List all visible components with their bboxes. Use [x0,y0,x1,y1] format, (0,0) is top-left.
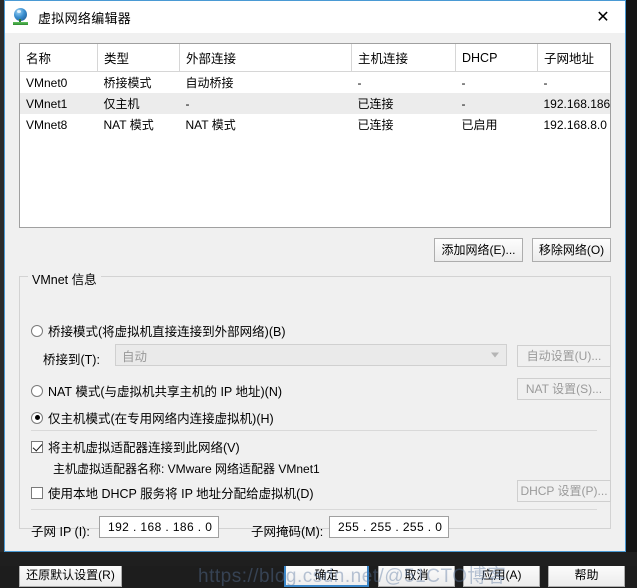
column-header-subnet[interactable]: 子网地址 [537,44,610,72]
subnet-ip-input[interactable]: 192 . 168 . 186 . 0 [99,516,219,538]
bridged-to-select[interactable]: 自动 [115,344,507,366]
cell-subnet: - [543,75,548,90]
cell-subnet: 192.168.8.0 [543,117,607,132]
cell-dhcp: 已启用 [461,118,498,132]
subnet-ip-label: 子网 IP (I): [31,525,90,539]
checkbox-connect-host-adapter-label: 将主机虚拟适配器连接到此网络(V) [48,441,240,455]
add-network-button[interactable]: 添加网络(E)... [434,238,523,262]
chevron-down-icon [491,352,499,358]
auto-settings-button[interactable]: 自动设置(U)... [517,345,611,367]
cell-name: VMnet1 [20,93,98,114]
title-bar: 虚拟网络编辑器 ✕ [5,1,625,33]
cell-external: 自动桥接 [185,76,234,90]
virtual-network-list[interactable]: 名称 类型 外部连接 主机连接 DHCP 子网地址 VMnet0 桥接模式 自动… [19,43,611,228]
radio-nat-indicator [31,384,43,397]
checkbox-local-dhcp[interactable]: 使用本地 DHCP 服务将 IP 地址分配给虚拟机(D) [31,483,314,502]
cancel-button[interactable]: 取消 [378,563,455,587]
divider-lower [31,509,597,510]
radio-host-only-indicator [31,411,43,424]
bridged-to-label: 桥接到(T): [43,353,100,367]
cell-host: 已连接 [351,93,456,114]
checkbox-local-dhcp-indicator [31,486,43,499]
divider-upper [31,430,597,431]
taskbar-strip [0,552,637,566]
host-adapter-name: 主机虚拟适配器名称: VMware 网络适配器 VMnet1 [53,462,320,476]
radio-bridged-label: 桥接模式(将虚拟机直接连接到外部网络)(B) [48,325,286,339]
cell-host: 已连接 [357,118,394,132]
radio-nat-label: NAT 模式(与虚拟机共享主机的 IP 地址)(N) [48,385,283,399]
cell-type: 仅主机 [97,93,180,114]
table-row[interactable]: VMnet8 NAT 模式 NAT 模式 已连接 已启用 192.168.8.0 [20,114,610,135]
network-table: 名称 类型 外部连接 主机连接 DHCP 子网地址 VMnet0 桥接模式 自动… [20,44,610,135]
bridged-to-value: 自动 [122,349,148,364]
cell-dhcp: - [455,93,538,114]
cell-type: 桥接模式 [103,76,152,90]
radio-bridged-indicator [31,324,43,337]
apply-button[interactable]: 应用(A) [463,563,540,587]
checkbox-connect-host-adapter-indicator [31,440,43,453]
cell-dhcp: - [461,75,466,90]
table-header-row: 名称 类型 外部连接 主机连接 DHCP 子网地址 [20,44,610,72]
checkbox-local-dhcp-label: 使用本地 DHCP 服务将 IP 地址分配给虚拟机(D) [48,487,314,501]
radio-bridged-mode[interactable]: 桥接模式(将虚拟机直接连接到外部网络)(B) [31,321,286,340]
cell-name: VMnet8 [26,117,68,132]
window-title: 虚拟网络编辑器 [38,10,132,26]
dialog-client-area: 名称 类型 外部连接 主机连接 DHCP 子网地址 VMnet0 桥接模式 自动… [5,33,625,587]
ok-button[interactable]: 确定 [284,563,369,587]
nat-settings-button[interactable]: NAT 设置(S)... [517,378,611,400]
remove-network-button[interactable]: 移除网络(O) [532,238,611,262]
radio-nat-mode[interactable]: NAT 模式(与虚拟机共享主机的 IP 地址)(N) [31,381,282,400]
column-header-type[interactable]: 类型 [97,44,180,72]
subnet-mask-label: 子网掩码(M): [251,525,324,539]
table-row[interactable]: VMnet1 仅主机 - 已连接 - 192.168.186.0 [20,93,610,114]
dhcp-settings-button[interactable]: DHCP 设置(P)... [517,480,611,502]
checkbox-connect-host-adapter[interactable]: 将主机虚拟适配器连接到此网络(V) [31,437,240,456]
close-icon[interactable]: ✕ [581,1,625,32]
radio-host-only-label: 仅主机模式(在专用网络内连接虚拟机)(H) [48,412,274,426]
cell-type: NAT 模式 [103,118,154,132]
cell-host: - [357,75,362,90]
cell-subnet: 192.168.186.0 [537,93,610,114]
cell-external: NAT 模式 [185,118,236,132]
restore-defaults-button[interactable]: 还原默认设置(R) [19,563,122,587]
virtual-network-editor-window: 虚拟网络编辑器 ✕ 名称 类型 外部连接 主机连接 DHCP 子网地址 VMne… [4,0,626,587]
table-row[interactable]: VMnet0 桥接模式 自动桥接 - - - [20,72,610,94]
radio-host-only-mode[interactable]: 仅主机模式(在专用网络内连接虚拟机)(H) [31,408,274,427]
column-header-external[interactable]: 外部连接 [179,44,352,72]
column-header-name[interactable]: 名称 [20,44,98,72]
cell-name: VMnet0 [26,75,68,90]
vmnet-info-group-title: VMnet 信息 [28,269,101,288]
network-globe-icon [12,8,30,26]
column-header-host[interactable]: 主机连接 [351,44,456,72]
column-header-dhcp[interactable]: DHCP [455,44,538,72]
cell-external: - [179,93,352,114]
help-button[interactable]: 帮助 [548,563,625,587]
subnet-mask-input[interactable]: 255 . 255 . 255 . 0 [329,516,449,538]
